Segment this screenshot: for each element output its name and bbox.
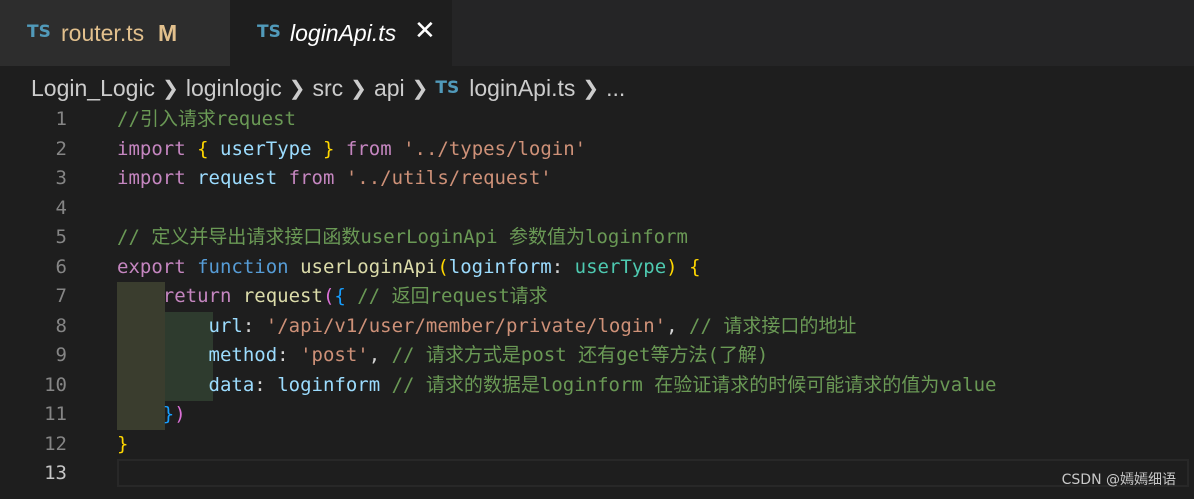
parameter: loginform [448, 255, 552, 278]
tab-label: loginApi.ts [290, 20, 397, 46]
line-number: 11 [44, 403, 67, 425]
code-line: 12 } [0, 430, 1194, 460]
comment: // 请求接口的地址 [689, 314, 857, 337]
code-line: 11 }) [0, 400, 1194, 430]
string: '../utils/request' [345, 167, 552, 189]
typescript-file-icon: TS [27, 22, 51, 42]
comma: , [368, 344, 381, 366]
chevron-right-icon: ❯ [162, 77, 179, 100]
brace: } [117, 432, 129, 455]
line-number: 12 [44, 432, 67, 455]
breadcrumb-item[interactable]: Login_Logic [31, 75, 155, 102]
line-number: 7 [55, 285, 67, 307]
comma: , [666, 314, 678, 337]
breadcrumb-item[interactable]: src [313, 75, 344, 102]
chevron-right-icon: ❯ [411, 77, 429, 100]
line-number: 6 [55, 255, 67, 278]
function-name: userLoginApi [300, 255, 438, 278]
tab-router-ts[interactable]: TS router.ts M [0, 0, 230, 66]
line-number: 1 [55, 108, 67, 130]
keyword: return [162, 285, 232, 307]
colon: : [254, 373, 266, 396]
paren: ) [666, 255, 678, 278]
line-number: 5 [55, 226, 67, 248]
brace: } [322, 137, 335, 160]
chevron-right-icon: ❯ [582, 77, 600, 100]
line-number: 10 [44, 373, 67, 396]
code-line: 6 export function userLoginApi(loginform… [0, 253, 1194, 283]
code-line: 2 import { userType } from '../types/log… [0, 135, 1194, 165]
typescript-file-icon: TS [435, 78, 460, 98]
code-editor[interactable]: 1 //引入请求request 2 import { userType } fr… [0, 105, 1194, 499]
code-line: 3 import request from '../utils/request' [0, 164, 1194, 194]
colon: : [551, 255, 564, 278]
brace: } [162, 403, 175, 425]
typescript-file-icon: TS [257, 22, 281, 42]
identifier: loginform [277, 373, 381, 396]
keyword: function [197, 255, 289, 278]
line-number: 9 [55, 344, 67, 366]
brace: { [197, 137, 209, 160]
code-line: 4 [0, 194, 1194, 224]
code-line: 7 return request({ // 返回request请求 [0, 282, 1194, 312]
paren: ) [174, 403, 186, 425]
code-line: 1 //引入请求request [0, 105, 1194, 135]
property: url [208, 314, 243, 337]
comment: // 请求的数据是loginform 在验证请求的时候可能请求的值为value [391, 373, 997, 396]
string: 'post' [300, 344, 369, 366]
line-number: 3 [55, 167, 67, 189]
keyword: from [345, 137, 392, 160]
comment: //引入请求request [117, 108, 296, 130]
code-line: 10 data: loginform // 请求的数据是loginform 在验… [0, 371, 1194, 401]
chevron-right-icon: ❯ [350, 77, 367, 100]
brace: { [689, 255, 701, 278]
tab-bar: TS router.ts M TS loginApi.ts ✕ [0, 0, 1194, 66]
function-call: request [242, 285, 323, 307]
breadcrumb-item[interactable]: loginlogic [186, 75, 282, 102]
line-number: 8 [55, 314, 67, 337]
breadcrumb-item[interactable]: api [374, 75, 405, 102]
property: method [208, 344, 278, 366]
keyword: export [117, 255, 186, 278]
code-line: 13 [0, 459, 1194, 489]
comment: // 请求方式是post 还有get等方法(了解) [391, 344, 769, 366]
colon: : [242, 314, 255, 337]
identifier: userType [220, 137, 312, 160]
paren: ( [437, 255, 449, 278]
line-number: 13 [44, 462, 67, 484]
modified-badge: M [158, 20, 178, 46]
tab-label: router.ts [61, 20, 145, 46]
line-number: 2 [55, 137, 67, 160]
identifier: request [197, 167, 278, 189]
comment: // 返回request请求 [357, 285, 548, 307]
brace: { [334, 285, 346, 307]
code-line: 9 method: 'post', // 请求方式是post 还有get等方法(… [0, 341, 1194, 371]
watermark: CSDN @嫣嫣细语 [1061, 472, 1176, 488]
paren: ( [322, 285, 335, 307]
breadcrumb: Login_Logic ❯ loginlogic ❯ src ❯ api ❯ T… [31, 71, 625, 105]
chevron-right-icon: ❯ [288, 77, 306, 100]
type-name: userType [574, 255, 667, 278]
keyword: import [117, 137, 186, 160]
breadcrumb-item[interactable]: loginApi.ts [469, 75, 575, 102]
code-line: 8 url: '/api/v1/user/member/private/logi… [0, 312, 1194, 342]
keyword: import [117, 167, 186, 189]
close-icon[interactable]: ✕ [414, 17, 436, 43]
string: '../types/login' [403, 137, 587, 160]
string: '/api/v1/user/member/private/login' [265, 314, 667, 337]
comment: // 定义并导出请求接口函数userLoginApi 参数值为loginform [117, 226, 688, 248]
code-line: 5 // 定义并导出请求接口函数userLoginApi 参数值为loginfo… [0, 223, 1194, 253]
keyword: from [288, 167, 335, 189]
line-number: 4 [55, 196, 67, 219]
colon: : [277, 344, 289, 366]
tab-loginapi-ts[interactable]: TS loginApi.ts ✕ [230, 0, 452, 66]
property: data [208, 373, 255, 396]
breadcrumb-item[interactable]: ... [606, 75, 625, 102]
